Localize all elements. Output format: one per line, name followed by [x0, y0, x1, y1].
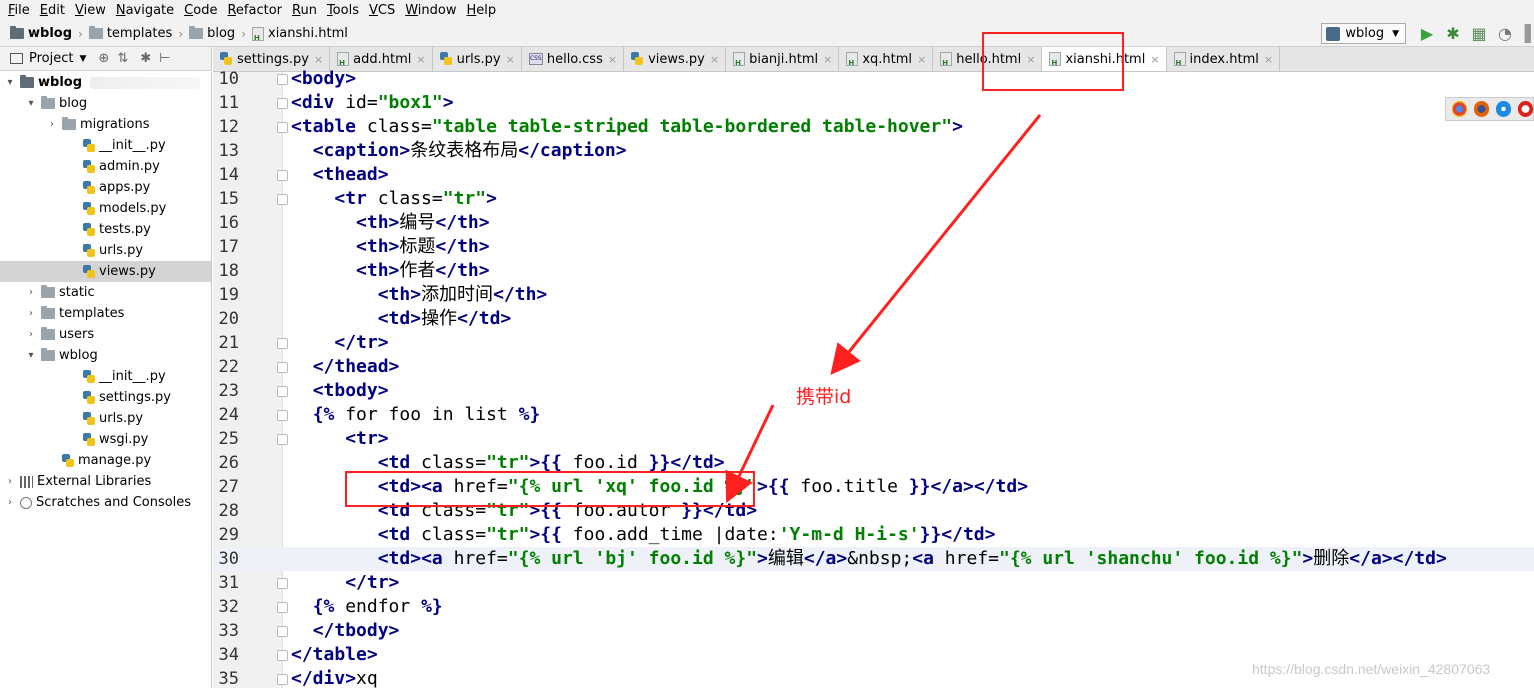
watermark: https://blog.csdn.net/weixin_42807063 [1252, 661, 1491, 677]
annotation-arrows [725, 114, 1042, 504]
arrow-to-code [725, 404, 775, 504]
arrow-to-note [830, 114, 1042, 376]
annotation-note: 携带id [796, 386, 852, 408]
